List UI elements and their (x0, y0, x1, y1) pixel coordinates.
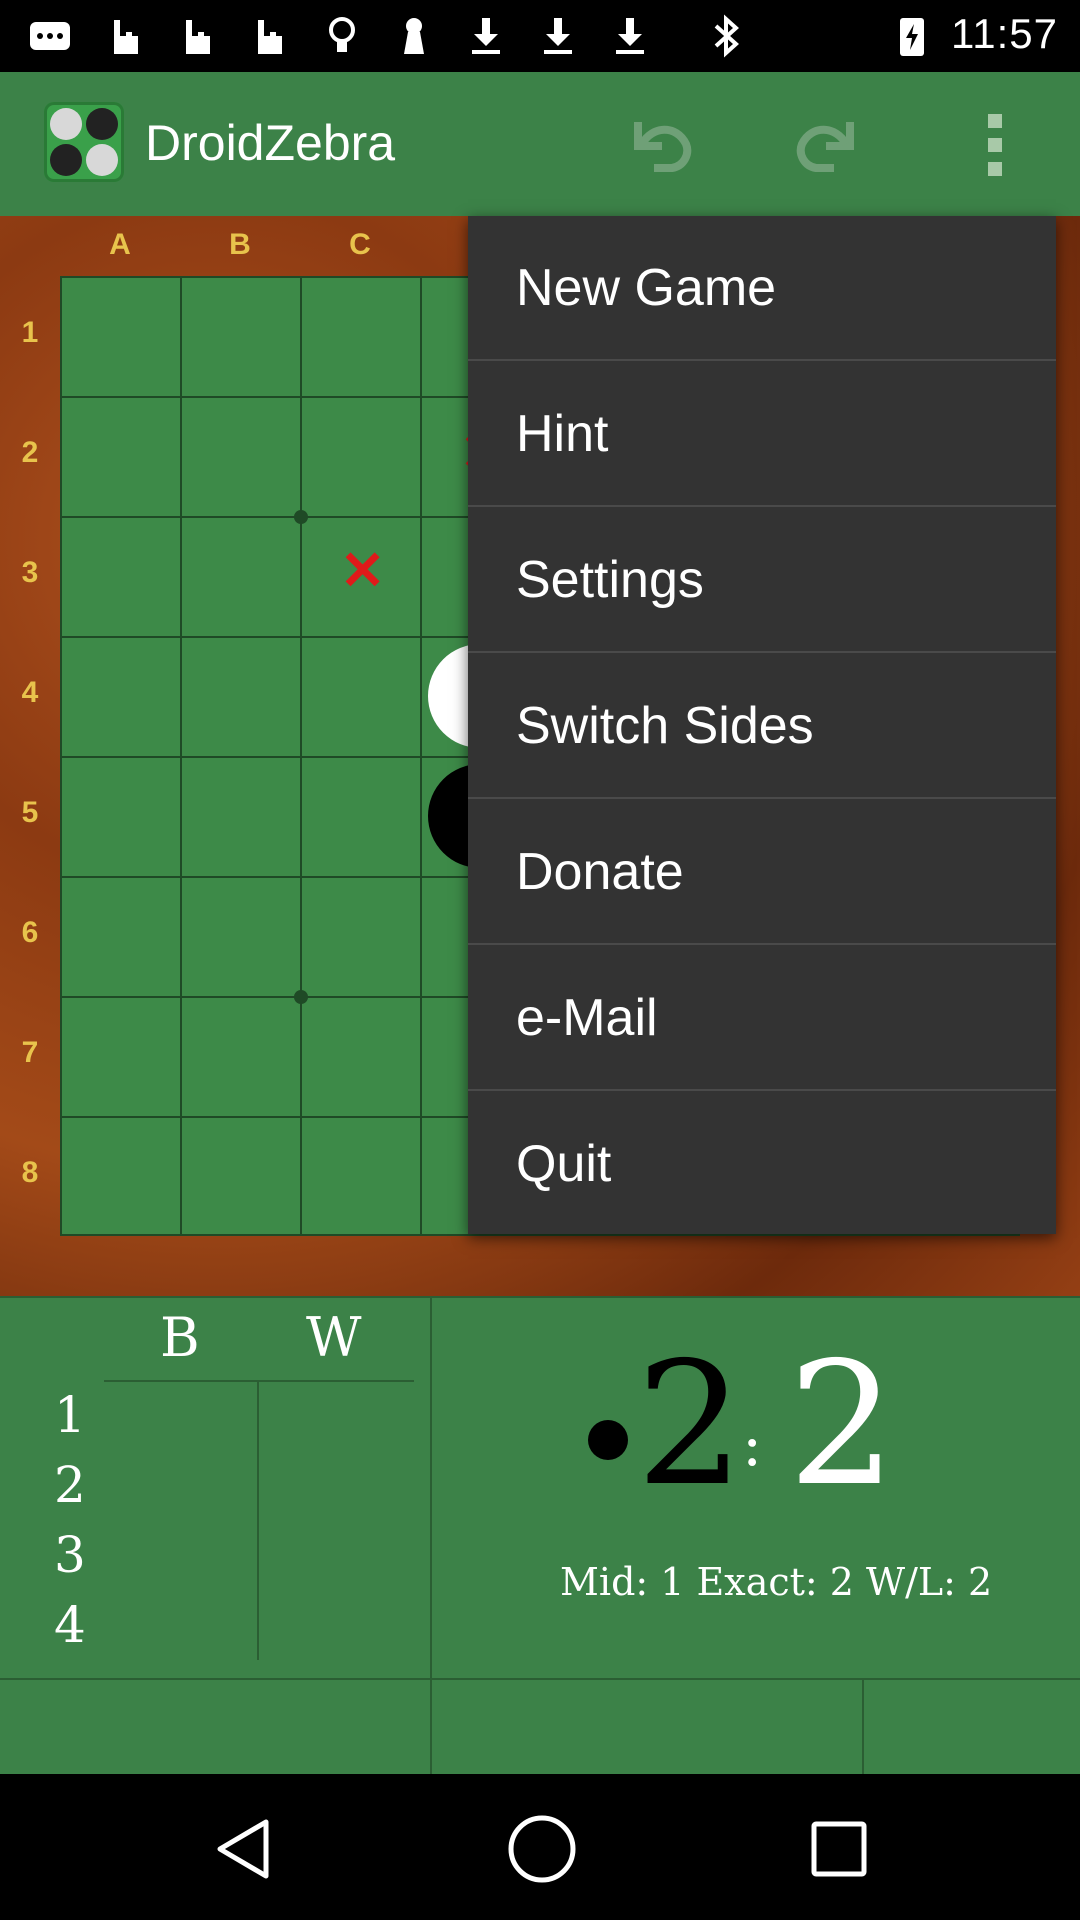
download-icon (544, 18, 572, 54)
column-label-a: A (109, 228, 131, 261)
row-label-2: 2 (21, 436, 39, 469)
home-circle-icon[interactable] (505, 1812, 579, 1886)
app-logo-icon (44, 102, 124, 182)
menu-item-settings[interactable]: Settings (468, 508, 1056, 653)
app-title: DroidZebra (145, 115, 396, 171)
hand-icon (114, 20, 138, 54)
back-triangle-icon[interactable] (208, 1814, 278, 1884)
divider (0, 1296, 1080, 1298)
menu-item-label: Switch Sides (516, 697, 814, 755)
keyhole-icon (404, 18, 424, 54)
status-bar: 11:57 (0, 0, 1080, 72)
menu-item-label: e-Mail (516, 989, 658, 1047)
legal-move-mark[interactable]: ✕ (340, 544, 385, 598)
evaluation-text: Mid: 1 Exact: 2 W/L: 2 (560, 1560, 993, 1604)
app-bar: DroidZebra (0, 72, 1080, 216)
menu-item-switch-sides[interactable]: Switch Sides (468, 654, 1056, 799)
row-label-8: 8 (21, 1156, 39, 1189)
move-list-rule (104, 1380, 414, 1382)
score-separator: : (742, 1410, 763, 1480)
menu-item-quit[interactable]: Quit (468, 1092, 1056, 1237)
row-label-4: 4 (21, 676, 39, 709)
more-vert-icon[interactable] (956, 104, 1036, 184)
board-star-point (294, 510, 308, 524)
menu-item-label: Hint (516, 405, 609, 463)
row-label-5: 5 (21, 796, 39, 829)
hand-icon (258, 20, 282, 54)
divider (862, 1678, 864, 1774)
clock: 11:57 (951, 10, 1058, 57)
turn-indicator-dot (588, 1420, 628, 1460)
menu-item-email[interactable]: e-Mail (468, 946, 1056, 1091)
row-label-6: 6 (21, 916, 39, 949)
undo-icon[interactable] (620, 104, 700, 184)
battery-charging-icon (900, 18, 924, 56)
column-label-c: C (349, 228, 371, 261)
navigation-bar (0, 1774, 1080, 1920)
move-number: 2 (54, 1456, 86, 1514)
white-score: 2 (788, 1326, 897, 1524)
divider (0, 1678, 1080, 1680)
menu-item-label: Donate (516, 843, 684, 901)
row-label-1: 1 (21, 316, 39, 349)
download-icon (472, 18, 500, 54)
messages-icon (30, 22, 70, 50)
menu-item-label: Settings (516, 551, 704, 609)
menu-item-label: Quit (516, 1135, 612, 1193)
menu-item-new-game[interactable]: New Game (468, 216, 1056, 361)
redo-icon[interactable] (788, 104, 868, 184)
recents-square-icon[interactable] (806, 1816, 872, 1882)
menu-item-label: New Game (516, 259, 777, 317)
row-label-7: 7 (21, 1036, 39, 1069)
move-number: 1 (54, 1386, 86, 1444)
move-list-header-white: W (306, 1306, 362, 1369)
bulb-icon (329, 17, 355, 52)
overflow-menu: New Game Hint Settings Switch Sides Dona… (468, 216, 1056, 1234)
move-list-rule (257, 1382, 259, 1660)
hand-icon (186, 20, 210, 54)
bluetooth-icon (714, 14, 739, 58)
column-label-b: B (229, 228, 251, 261)
row-label-3: 3 (21, 556, 39, 589)
menu-item-hint[interactable]: Hint (468, 362, 1056, 507)
move-list-header-black: B (160, 1306, 200, 1369)
menu-item-donate[interactable]: Donate (468, 800, 1056, 945)
move-number: 4 (54, 1596, 86, 1654)
download-icon (616, 18, 644, 54)
divider (430, 1296, 432, 1774)
black-score: 2 (636, 1326, 745, 1524)
move-number: 3 (54, 1526, 86, 1584)
board-star-point (294, 990, 308, 1004)
